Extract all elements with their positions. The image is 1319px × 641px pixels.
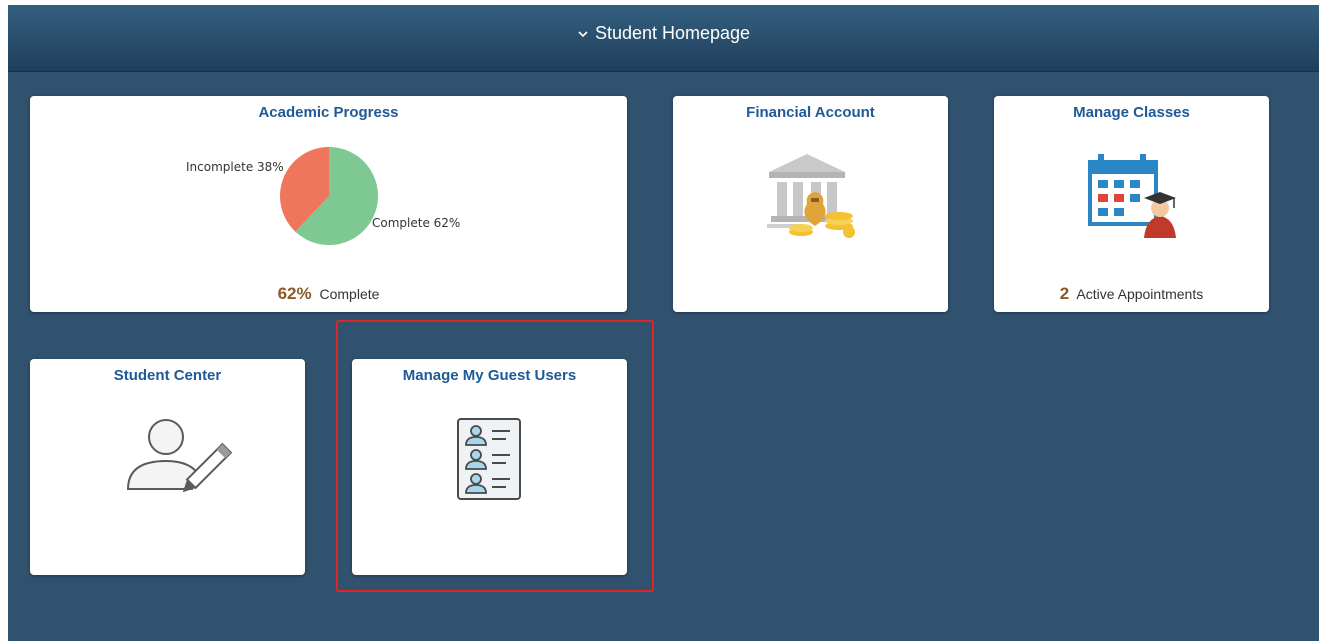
tile-title: Student Center: [113, 367, 222, 384]
user-edit-icon: [126, 419, 232, 493]
progress-label: Complete: [319, 286, 380, 302]
calendar-student-icon: [1088, 154, 1176, 238]
tile-footer: 62% Complete: [30, 284, 627, 304]
tile-title: Manage My Guest Users: [402, 367, 577, 384]
tile-manage-guest-users[interactable]: Manage My Guest Users: [352, 359, 627, 575]
tile-student-center[interactable]: Student Center: [30, 359, 305, 575]
homepage-selector[interactable]: Student Homepage: [577, 23, 750, 44]
appointments-label: Active Appointments: [1076, 286, 1204, 302]
appointments-count: 2: [1059, 284, 1070, 303]
bank-icon: [767, 154, 855, 238]
progress-percent: 62%: [277, 284, 312, 303]
academic-progress-pie-chart: Incomplete 38% Complete 62%: [186, 147, 460, 245]
user-list-icon: [457, 418, 521, 500]
homepage-header: Student Homepage: [8, 5, 1319, 72]
tile-manage-classes[interactable]: Manage Classes 2 Active Appointments: [994, 96, 1269, 312]
tile-financial-account[interactable]: Financial Account: [673, 96, 948, 312]
tile-title: Financial Account: [746, 104, 875, 121]
homepage-frame: Student Homepage Academic Progress Incom…: [8, 5, 1319, 641]
tile-footer: 2 Active Appointments: [994, 284, 1269, 304]
pie-label-incomplete: Incomplete 38%: [186, 160, 284, 174]
pie-label-complete: Complete 62%: [372, 216, 460, 230]
chevron-down-icon: [578, 30, 588, 37]
homepage-title: Student Homepage: [594, 23, 751, 43]
tile-academic-progress[interactable]: Academic Progress Incomplete 38% Complet…: [30, 96, 627, 312]
tile-title: Manage Classes: [1073, 104, 1190, 121]
